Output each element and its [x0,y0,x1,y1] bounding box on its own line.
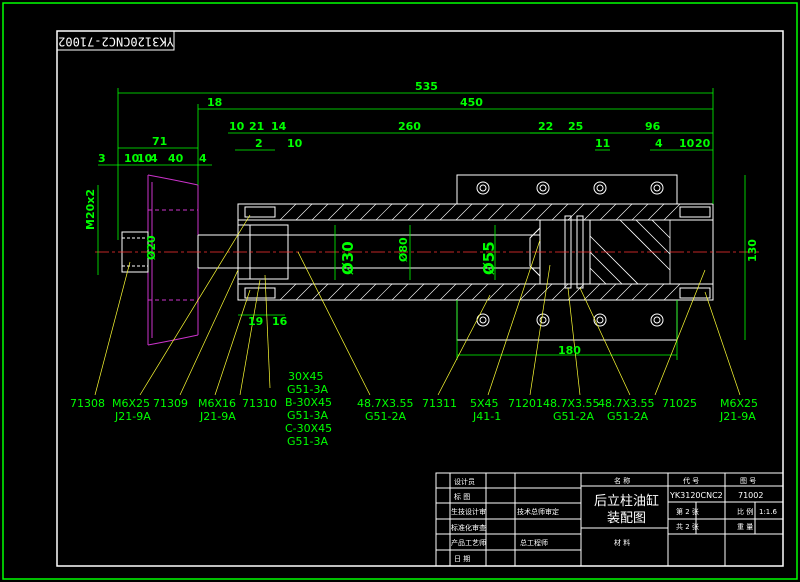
dim-10c: 10 [287,137,303,150]
tb-ratio-label: 比 例 [737,507,753,516]
dim-40: 40 [168,152,184,165]
dim-450: 450 [460,96,483,109]
dim-130: 130 [746,239,759,262]
cylinder-assembly [95,174,760,346]
stack-1: G51-3A [287,383,328,396]
tb-chief-review: 技术总师审定 [517,507,559,516]
callout-g51-2a-b: G51-2A [553,410,594,423]
dimension-texts: 535 450 18 71 10 21 14 260 22 25 96 3 10… [84,80,759,357]
callout-5x45: 5X45 [470,397,499,410]
callout-487-c: 48.7X3.55 [598,397,655,410]
callout-71308: 71308 [70,397,105,410]
callout-j21-9a-a: J21-9A [114,410,151,423]
tb-weight: 重 量 [737,523,753,531]
tb-sheet: 第 2 张 [676,507,699,516]
callout-j41-1: J41-1 [472,410,501,423]
callout-labels: 71308 M6X25 J21-9A 71309 M6X16 J21-9A 71… [70,370,758,448]
dim-4b: 4 [199,152,207,165]
tb-name2: 装配图 [607,511,646,526]
tb-drawing: 标 图 [454,492,470,501]
dim-4a: 4 [150,152,158,165]
stack-0: 30X45 [288,370,324,383]
stack-2: B-30X45 [285,396,332,409]
callout-j21-9a-c: J21-9A [719,410,756,423]
dim-2: 2 [255,137,263,150]
dim-10: 10 [229,120,245,133]
dim-180: 180 [558,344,581,357]
dim-25: 25 [568,120,583,133]
title-block: 设计员 标 图 生技设计审 标准化审查 产品工艺师 日 期 技术总师审定 总工程… [435,472,784,567]
tb-ratio: 1:1.6 [759,508,777,516]
callout-487-b: 48.7X3.55 [543,397,600,410]
tb-code: YK3120CNC2 [669,491,723,500]
dim-m20x2: M20x2 [84,189,97,230]
stack-4: C-30X45 [285,422,332,435]
tb-chief-engineer: 总工程师 [520,538,548,547]
stack-5: G51-3A [287,435,328,448]
dim-10d: 10 [679,137,695,150]
tb-standard: 标准化审查 [451,523,486,532]
callout-j21-9a-b: J21-9A [199,410,236,423]
assembly-drawing: YK3120CNC2-71002 535 450 18 71 10 21 14 … [2,2,798,580]
callout-m6x16: M6X16 [198,397,236,410]
callout-g51-2a-c: G51-2A [607,410,648,423]
callout-m6x25-b: M6X25 [720,397,758,410]
callout-71025: 71025 [662,397,697,410]
dim-535: 535 [415,80,438,93]
tb-name-header: 名 称 [614,476,630,485]
tb-code-header: 代 号 [683,476,699,485]
dia-80: Ø80 [397,237,410,262]
leader-lines [94,214,741,396]
callout-71310: 71310 [242,397,277,410]
drawing-code-rotated: YK3120CNC2-71002 [58,35,174,49]
dia-55: Ø55 [480,241,498,275]
tb-designer: 设计员 [454,477,475,486]
dim-18: 18 [207,96,222,109]
callout-g51-2a-a: G51-2A [365,410,406,423]
dim-3: 3 [98,152,106,165]
dim-16: 16 [272,315,288,328]
tb-date: 日 期 [454,555,470,563]
callout-487-a: 48.7X3.55 [357,397,414,410]
tb-material: 材 料 [614,538,630,547]
tb-tech-review: 生技设计审 [451,507,486,516]
tb-drawing-no: 71002 [738,491,763,500]
dim-71: 71 [152,135,167,148]
dim-260: 260 [398,120,421,133]
dia-30: Ø30 [339,241,357,275]
dim-21: 21 [249,120,264,133]
dim-96: 96 [645,120,661,133]
callout-m6x25-a: M6X25 [112,397,150,410]
callout-71311: 71311 [422,397,457,410]
dim-19: 19 [248,315,263,328]
callout-71201: 71201 [508,397,543,410]
stack-3: G51-3A [287,409,328,422]
tb-drawing-header: 图 号 [740,477,756,485]
dim-11: 11 [595,137,610,150]
tb-name: 后立柱油缸 [594,493,659,509]
dia-20: Ø20 [145,235,158,260]
dim-22: 22 [538,120,553,133]
dim-4c: 4 [655,137,663,150]
tb-total: 共 2 张 [676,522,699,531]
dim-20: 20 [695,137,711,150]
tb-process: 产品工艺师 [451,538,486,547]
callout-71309: 71309 [153,397,188,410]
dim-14: 14 [271,120,287,133]
